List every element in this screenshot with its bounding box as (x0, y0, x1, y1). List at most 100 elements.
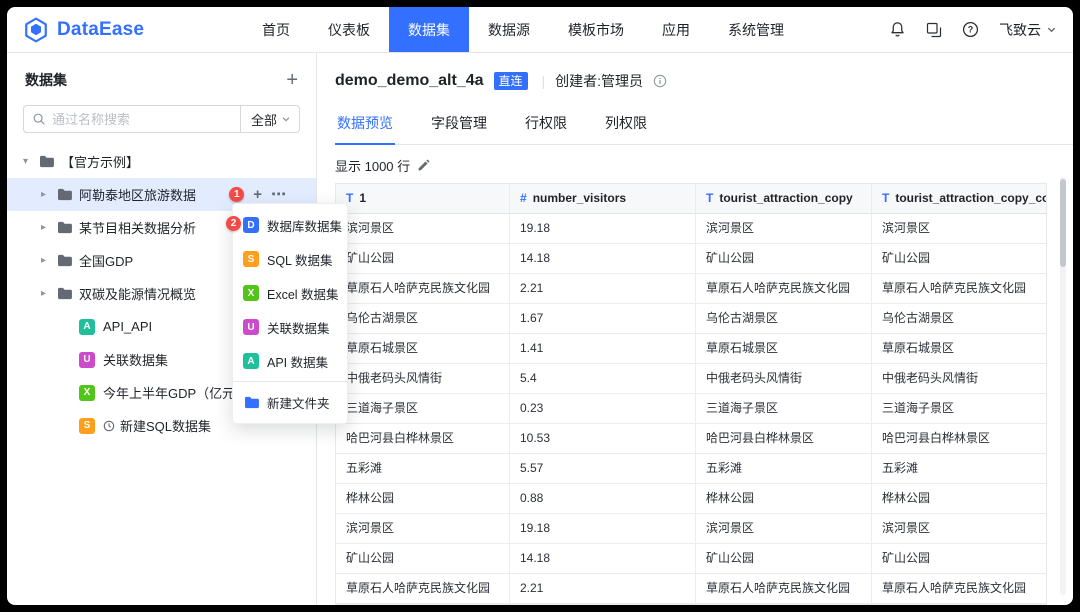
user-menu[interactable]: 飞致云 (999, 20, 1057, 40)
folder-icon (57, 188, 72, 201)
table-row: 矿山公园14.18矿山公园矿山公园 (336, 544, 1046, 574)
table-scrollbar[interactable] (1060, 177, 1066, 595)
caret-right-icon[interactable]: ▸ (41, 222, 56, 233)
table-cell: 草原石城景区 (336, 334, 510, 364)
tree-item-official-examples[interactable]: ▾【官方示例】 (7, 145, 316, 178)
info-icon[interactable] (653, 74, 667, 88)
menu-item-sql[interactable]: SSQL 数据集 (233, 242, 347, 276)
table-cell: 草原石人哈萨克民族文化园 (696, 274, 872, 304)
table-cell: 哈巴河县白桦林景区 (336, 424, 510, 454)
table-cell: 滨河景区 (696, 214, 872, 244)
tree-item-label: 阿勒泰地区旅游数据 (79, 185, 196, 204)
title-separator: | (542, 73, 546, 89)
database-dataset-icon: D (243, 217, 259, 233)
column-header: Ttourist_attraction_copy (696, 184, 872, 214)
table-cell: 草原石城景区 (872, 334, 1046, 364)
nav-item-datasource[interactable]: 数据源 (469, 7, 549, 52)
table-cell: 2.21 (510, 574, 696, 604)
column-label: 1 (359, 191, 366, 205)
table-cell: 草原石人哈萨克民族文化园 (696, 574, 872, 604)
notification-bell-icon[interactable] (889, 21, 906, 38)
nav-item-system-management[interactable]: 系统管理 (709, 7, 803, 52)
caret-down-icon[interactable]: ▾ (23, 156, 38, 167)
union-dataset-icon: U (79, 352, 95, 368)
folder-icon (57, 287, 72, 300)
table-cell: 2.21 (510, 274, 696, 304)
tab-column-permission[interactable]: 列权限 (603, 105, 649, 144)
table-cell: 草原石人哈萨克民族文化园 (336, 574, 510, 604)
menu-divider (233, 381, 347, 382)
app-window: DataEase 首页仪表板数据集数据源模板市场应用系统管理 ? 飞致云 (7, 7, 1073, 605)
table-cell: 0.23 (510, 394, 696, 424)
table-cell: 滨河景区 (336, 214, 510, 244)
sql-dataset-icon: S (243, 251, 259, 267)
table-cell: 矿山公园 (872, 544, 1046, 574)
nav-item-template-market[interactable]: 模板市场 (549, 7, 643, 52)
table-cell: 1.41 (510, 334, 696, 364)
nav-item-dashboard[interactable]: 仪表板 (309, 7, 389, 52)
sidebar-title: 数据集 (25, 70, 67, 90)
table-header-row: T 1 # number_visitors Ttourist_attraction_co… (336, 184, 1046, 214)
menu-item-union[interactable]: U关联数据集 (233, 310, 347, 344)
scrollbar-thumb[interactable] (1060, 179, 1066, 267)
table-row: 桦林公园0.88桦林公园桦林公园 (336, 484, 1046, 514)
table-row: 草原石城景区1.41草原石城景区草原石城景区 (336, 334, 1046, 364)
search-box: 全部 (23, 105, 300, 133)
nav-item-home[interactable]: 首页 (243, 7, 309, 52)
table-row: 矿山公园14.18矿山公园矿山公园 (336, 244, 1046, 274)
tree-item-label: API_API (103, 319, 152, 334)
table-cell: 矿山公园 (696, 244, 872, 274)
column-header: Ttourist_attraction_copy_copy (872, 184, 1046, 214)
table-row: 乌伦古湖景区1.67乌伦古湖景区乌伦古湖景区 (336, 304, 1046, 334)
filter-label: 全部 (251, 110, 277, 129)
menu-item-label: 数据库数据集 (267, 216, 342, 235)
table-cell: 中俄老码头风情街 (336, 364, 510, 394)
table-row: 哈巴河县白桦林景区10.53哈巴河县白桦林景区哈巴河县白桦林景区 (336, 424, 1046, 454)
search-icon (32, 112, 46, 131)
row-count-label: 显示 1000 行 (335, 156, 410, 175)
table-cell: 19.18 (510, 214, 696, 244)
nav-item-dataset[interactable]: 数据集 (389, 7, 469, 52)
copy-icon[interactable] (926, 22, 942, 38)
caret-right-icon[interactable]: ▸ (41, 255, 56, 266)
folder-icon (57, 221, 72, 234)
menu-item-api[interactable]: AAPI 数据集 (233, 344, 347, 378)
tab-data-preview[interactable]: 数据预览 (335, 105, 395, 144)
add-dataset-global-button[interactable]: + (286, 70, 298, 90)
table-row: 中俄老码头风情街5.4中俄老码头风情街中俄老码头风情街 (336, 364, 1046, 394)
search-filter-dropdown[interactable]: 全部 (240, 106, 299, 132)
brand-name: DataEase (57, 19, 144, 41)
table-cell: 五彩滩 (872, 454, 1046, 484)
search-input[interactable] (24, 112, 240, 127)
body: 数据集 + 全部 ▾【官方示例】▸阿勒泰地区旅游数据1+⋯▸某节目相关数据分析▸… (7, 53, 1073, 605)
column-type-icon: T (706, 191, 713, 205)
column-label: number_visitors (533, 191, 626, 205)
folder-icon (57, 254, 72, 267)
table-row: 滨河景区19.18滨河景区滨河景区 (336, 514, 1046, 544)
menu-item-new-folder[interactable]: 新建文件夹 (233, 385, 347, 419)
tree-item-label: 双碳及能源情况概览 (79, 284, 196, 303)
api-dataset-icon: A (79, 319, 95, 335)
table-row: 三道海子景区0.23三道海子景区三道海子景区 (336, 394, 1046, 424)
caret-right-icon[interactable]: ▸ (41, 189, 56, 200)
column-header: # number_visitors (510, 184, 696, 214)
caret-right-icon[interactable]: ▸ (41, 288, 56, 299)
more-button[interactable]: ⋯ (271, 187, 286, 202)
top-navbar: DataEase 首页仪表板数据集数据源模板市场应用系统管理 ? 飞致云 (7, 7, 1073, 53)
row-info: 显示 1000 行 (335, 157, 1073, 173)
table-cell: 五彩滩 (696, 454, 872, 484)
add-dataset-button[interactable]: + (253, 187, 262, 202)
table-cell: 滨河景区 (336, 514, 510, 544)
table-cell: 矿山公园 (872, 244, 1046, 274)
api-dataset-icon: A (243, 353, 259, 369)
help-icon[interactable]: ? (962, 21, 979, 38)
edit-icon[interactable] (417, 159, 430, 172)
menu-item-excel[interactable]: XExcel 数据集 (233, 276, 347, 310)
brand[interactable]: DataEase (23, 17, 199, 43)
column-label: tourist_attraction_copy_copy (895, 191, 1046, 205)
column-type-icon: # (520, 191, 527, 205)
nav-item-application[interactable]: 应用 (643, 7, 709, 52)
tab-field-manage[interactable]: 字段管理 (429, 105, 489, 144)
tab-row-permission[interactable]: 行权限 (523, 105, 569, 144)
menu-item-database[interactable]: D 数据库数据集 (233, 208, 347, 242)
